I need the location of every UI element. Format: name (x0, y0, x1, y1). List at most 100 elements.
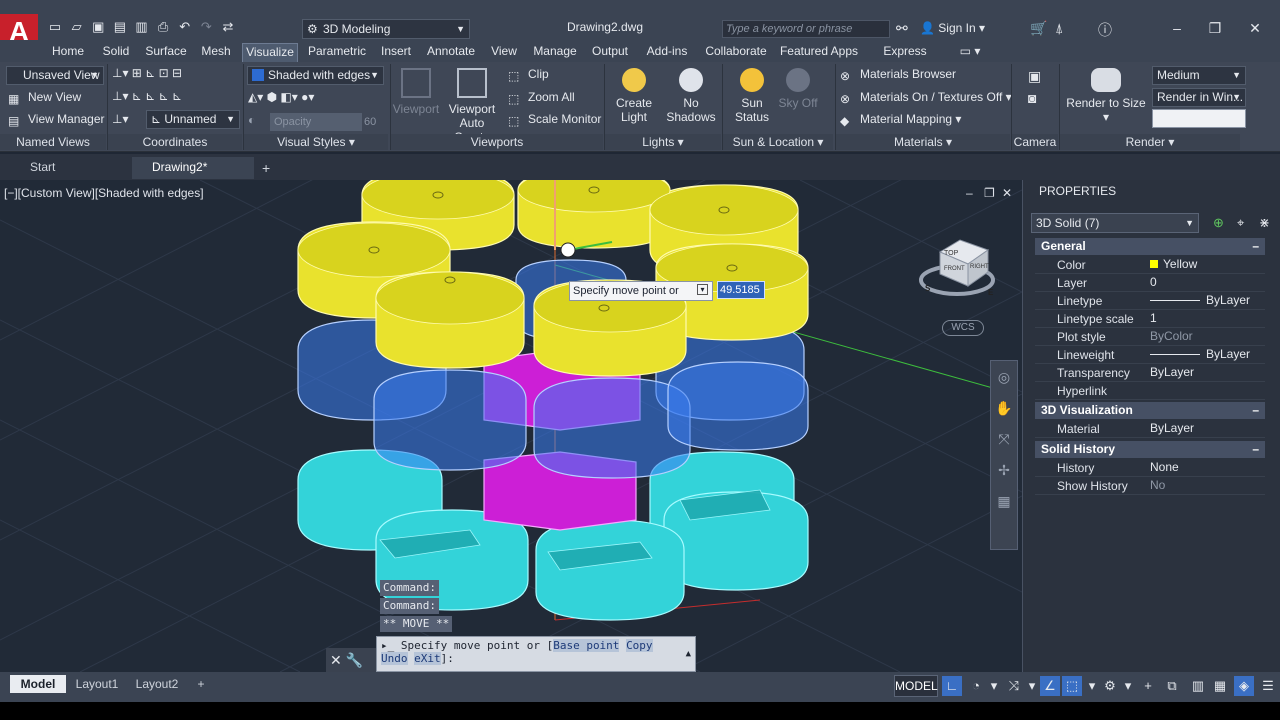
file-tab-drawing2[interactable]: Drawing2* (132, 157, 254, 179)
file-tab-start[interactable]: Start (10, 157, 130, 179)
view-manager-button[interactable]: ▤ View Manager (8, 112, 105, 128)
open-folder-icon[interactable]: ▱ (68, 19, 86, 35)
material-mapping-button[interactable]: ◆ Material Mapping ▾ (840, 112, 961, 128)
layout-tab-model[interactable]: Model (10, 675, 66, 693)
panel-label-visual-styles[interactable]: Visual Styles ▾ (244, 134, 388, 150)
option-undo[interactable]: Undo (381, 652, 408, 665)
section-general[interactable]: General – (1035, 238, 1265, 255)
materials-on-textures-off-button[interactable]: ⊗ Materials On / Textures Off ▾ (840, 90, 1012, 106)
scale-monitor-button[interactable]: ⬚ Scale Monitor (508, 112, 601, 128)
chevron-down-icon[interactable]: ▾ (1022, 676, 1042, 696)
dropdown-arrow-icon[interactable]: ▾ (697, 284, 708, 295)
tab-annotate[interactable]: Annotate (424, 43, 478, 62)
ucs-world-button[interactable]: ⊥▾ (112, 112, 128, 126)
save-icon[interactable]: ▣ (89, 19, 107, 35)
zoom-all-button[interactable]: ⬚ Zoom All (508, 90, 575, 106)
property-row[interactable]: Linetype scale 1 (1035, 310, 1265, 328)
web-mobile-icon[interactable]: ▥ (133, 19, 151, 35)
workspace-dropdown[interactable]: ⚙ 3D Modeling ▼ (302, 19, 470, 39)
layout-tab-layout2[interactable]: Layout2 (130, 675, 184, 693)
tab-express-tools[interactable]: Express Tools (868, 43, 942, 75)
tab-surface[interactable]: Surface (142, 43, 190, 62)
panel-label-named-views[interactable]: Named Views (0, 134, 106, 150)
render-to-size-button[interactable]: Render to Size ▾ (1066, 68, 1146, 124)
create-light-button[interactable]: Create Light (610, 68, 658, 124)
save-as-icon[interactable]: ▤ (111, 19, 129, 35)
steering-wheel-icon[interactable]: ◎ (991, 369, 1017, 386)
tab-visualize[interactable]: Visualize (242, 43, 298, 62)
new-view-button[interactable]: ▦ New View (8, 90, 81, 106)
materials-browser-button[interactable]: ⊗ Materials Browser (840, 67, 956, 83)
section-3d-visualization[interactable]: 3D Visualization – (1035, 402, 1265, 419)
render-in-dropdown[interactable]: Render in Win... ▼ (1152, 88, 1246, 107)
new-file-icon[interactable]: ▭ (46, 19, 64, 35)
ucs-named-dropdown[interactable]: ⊾ Unnamed ▼ (146, 110, 240, 129)
property-row[interactable]: Layer 0 (1035, 274, 1265, 292)
no-shadows-button[interactable]: No Shadows (662, 68, 720, 124)
customization-icon[interactable]: ☰ (1258, 676, 1278, 696)
opacity-slider[interactable]: Opacity (270, 113, 362, 131)
viewport-restore-icon[interactable]: ❐ (984, 186, 995, 200)
viewport-auto-create-button[interactable]: Viewport Auto Create (440, 68, 504, 144)
viewport-minimize-icon[interactable]: – (966, 186, 973, 200)
ortho-icon[interactable]: ∟ (942, 676, 962, 696)
panel-label-render[interactable]: Render ▾ (1060, 134, 1240, 150)
zoom-extents-icon[interactable]: ⤧ (991, 431, 1017, 448)
section-solid-history[interactable]: Solid History – (1035, 441, 1265, 458)
property-row[interactable]: Linetype ByLayer (1035, 292, 1265, 310)
wrench-icon[interactable]: 🔧 (346, 652, 363, 668)
sign-in-button[interactable]: 👤 Sign In ▾ (920, 21, 985, 35)
property-row[interactable]: Transparency ByLayer (1035, 364, 1265, 382)
tab-solid[interactable]: Solid (98, 43, 134, 62)
property-row[interactable]: Hyperlink (1035, 382, 1265, 400)
tab-home[interactable]: Home (46, 43, 90, 62)
object-snap-icon[interactable]: ⬚ (1062, 676, 1082, 696)
ribbon-options-icon[interactable]: ▭ ▾ (950, 43, 990, 62)
orbit-icon[interactable]: ✢ (991, 462, 1017, 479)
object-snap-tracking-icon[interactable]: ∠ (1040, 676, 1060, 696)
select-objects-icon[interactable]: ⌖ (1237, 215, 1244, 231)
new-tab-plus-icon[interactable]: + (262, 160, 270, 176)
panel-label-camera[interactable]: Camera (1012, 134, 1058, 150)
chevron-down-icon[interactable]: ▾ (984, 676, 1004, 696)
tab-collaborate[interactable]: Collaborate (702, 43, 770, 62)
property-row[interactable]: History None (1035, 459, 1265, 477)
named-view-dropdown[interactable]: Unsaved View ▼ (6, 66, 104, 85)
option-exit[interactable]: eXit (414, 652, 441, 665)
panel-label-materials[interactable]: Materials ▾ (836, 134, 1010, 150)
pan-hand-icon[interactable]: ✋ (991, 400, 1017, 417)
tab-mesh[interactable]: Mesh (198, 43, 234, 62)
tab-parametric[interactable]: Parametric (306, 43, 368, 62)
tab-output[interactable]: Output (588, 43, 632, 62)
panel-label-coordinates[interactable]: Coordinates (108, 134, 242, 150)
property-row[interactable]: Plot style ByColor (1035, 328, 1265, 346)
model-space-button[interactable]: MODEL (894, 675, 938, 697)
ucs-icon-button[interactable]: ⊥▾ ⊞ ⊾ ⊡ ⊟ (112, 66, 182, 80)
render-output-size-field[interactable] (1152, 109, 1246, 128)
tab-view[interactable]: View (486, 43, 522, 62)
model-canvas[interactable] (0, 180, 1022, 672)
binoculars-icon[interactable]: ⚯ (896, 20, 908, 37)
layout-tab-layout1[interactable]: Layout1 (70, 675, 124, 693)
camera-add-icon[interactable]: ▣ (1028, 68, 1041, 85)
clip-button[interactable]: ⬚ Clip (508, 67, 549, 83)
option-base-point[interactable]: Base point (553, 639, 620, 652)
panel-label-lights[interactable]: Lights ▾ (605, 134, 721, 150)
chevron-down-icon[interactable]: ▾ (1118, 676, 1138, 696)
command-line-input[interactable]: ▸_ Specify move point or [Base point Cop… (376, 636, 696, 672)
tab-insert[interactable]: Insert (376, 43, 416, 62)
close-button[interactable]: ✕ (1238, 17, 1272, 39)
tab-featured-apps[interactable]: Featured Apps (778, 43, 860, 62)
sky-off-button[interactable]: Sky Off (776, 68, 820, 110)
opacity-value[interactable]: 60 (364, 113, 384, 131)
ucs-tools-row[interactable]: ⊥▾ ⊾ ⊾ ⊾ ⊾ (112, 89, 182, 103)
wcs-button[interactable]: WCS (942, 320, 984, 336)
viewport-button[interactable]: Viewport (392, 68, 440, 116)
sun-status-button[interactable]: Sun Status (728, 68, 776, 124)
restore-button[interactable]: ❐ (1198, 17, 1232, 39)
drawing-viewport[interactable]: [−][Custom View][Shaded with edges] – ❐ … (0, 180, 1022, 672)
share-icon[interactable]: ⇄ (219, 19, 237, 35)
property-row[interactable]: Material ByLayer (1035, 420, 1265, 438)
option-copy[interactable]: Copy (626, 639, 653, 652)
panel-label-sun-location[interactable]: Sun & Location ▾ (723, 134, 833, 150)
